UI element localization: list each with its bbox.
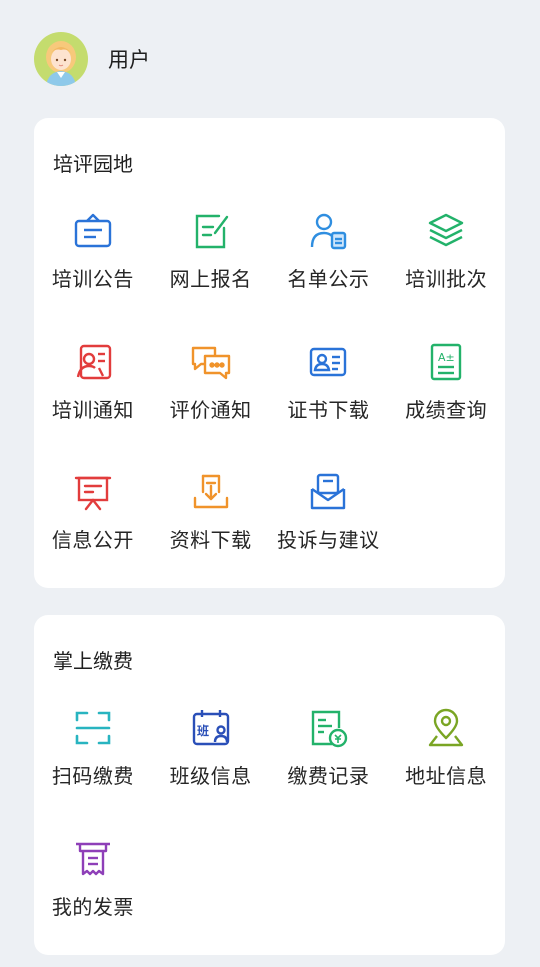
menu-item-label: 我的发票 xyxy=(52,891,134,920)
location-pin-icon xyxy=(424,706,468,750)
menu-item-training-notice[interactable]: 培训通知 xyxy=(34,340,152,471)
training-menu-grid: 培训公告 网上报名 xyxy=(34,209,505,601)
grade-sheet-icon: A± xyxy=(424,340,468,384)
section-title: 培评园地 xyxy=(53,148,133,177)
username: 用户 xyxy=(108,44,150,74)
payment-menu-grid: 扫码缴费 班 班级信息 xyxy=(34,706,505,967)
menu-item-label: 培训批次 xyxy=(405,263,487,292)
menu-item-label: 缴费记录 xyxy=(287,760,369,789)
svg-text:班: 班 xyxy=(197,723,209,738)
menu-item-label: 班级信息 xyxy=(170,760,252,789)
training-section-card: 培评园地 培训公告 网上报名 xyxy=(34,118,505,588)
menu-item-my-invoice[interactable]: 我的发票 xyxy=(34,837,152,967)
menu-item-complaints-suggestions[interactable]: 投诉与建议 xyxy=(270,470,388,601)
menu-item-label: 名单公示 xyxy=(287,263,369,292)
menu-item-label: 证书下载 xyxy=(287,394,369,423)
download-tray-icon xyxy=(189,470,233,514)
menu-item-online-registration[interactable]: 网上报名 xyxy=(152,209,270,340)
invoice-icon xyxy=(71,837,115,881)
menu-item-address-info[interactable]: 地址信息 xyxy=(387,706,505,837)
section-title: 掌上缴费 xyxy=(53,645,133,674)
menu-item-label: 培训公告 xyxy=(52,263,134,292)
notice-board-icon xyxy=(71,209,115,253)
menu-item-certificate-download[interactable]: 证书下载 xyxy=(270,340,388,471)
menu-item-label: 成绩查询 xyxy=(405,394,487,423)
menu-item-label: 地址信息 xyxy=(405,760,487,789)
svg-text:A±: A± xyxy=(438,351,455,364)
notification-person-icon xyxy=(71,340,115,384)
user-header[interactable]: 用户 xyxy=(34,31,150,87)
menu-item-label: 扫码缴费 xyxy=(52,760,134,789)
id-card-icon xyxy=(306,340,350,384)
menu-item-name-list[interactable]: 名单公示 xyxy=(270,209,388,340)
menu-item-payment-record[interactable]: 缴费记录 xyxy=(270,706,388,837)
menu-item-label: 评价通知 xyxy=(170,394,252,423)
menu-item-label: 投诉与建议 xyxy=(277,524,380,553)
menu-item-label: 网上报名 xyxy=(170,263,252,292)
menu-item-evaluation-notice[interactable]: 评价通知 xyxy=(152,340,270,471)
menu-item-label: 资料下载 xyxy=(170,524,252,553)
menu-item-training-batch[interactable]: 培训批次 xyxy=(387,209,505,340)
chat-bubbles-icon xyxy=(189,340,233,384)
envelope-icon xyxy=(306,470,350,514)
menu-item-score-query[interactable]: A± 成绩查询 xyxy=(387,340,505,471)
presentation-board-icon xyxy=(71,470,115,514)
avatar[interactable] xyxy=(34,32,88,86)
menu-item-label: 培训通知 xyxy=(52,394,134,423)
menu-item-scan-pay[interactable]: 扫码缴费 xyxy=(34,706,152,837)
person-list-icon xyxy=(306,209,350,253)
edit-form-icon xyxy=(189,209,233,253)
menu-item-info-disclosure[interactable]: 信息公开 xyxy=(34,470,152,601)
layers-icon xyxy=(424,209,468,253)
menu-item-class-info[interactable]: 班 班级信息 xyxy=(152,706,270,837)
menu-item-material-download[interactable]: 资料下载 xyxy=(152,470,270,601)
class-calendar-icon: 班 xyxy=(189,706,233,750)
payment-section-card: 掌上缴费 扫码缴费 班 xyxy=(34,615,505,955)
payment-record-icon xyxy=(306,706,350,750)
menu-item-label: 信息公开 xyxy=(52,524,134,553)
menu-item-training-announcement[interactable]: 培训公告 xyxy=(34,209,152,340)
scan-icon xyxy=(71,706,115,750)
